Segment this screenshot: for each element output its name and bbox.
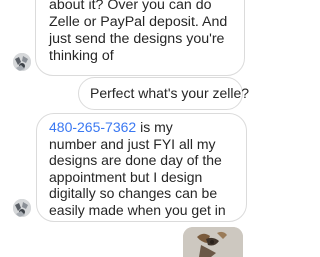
design-photo-thumbnail bbox=[183, 227, 243, 257]
incoming-message-bubble[interactable]: 480-265-7362 is my number and just FYI a… bbox=[36, 113, 247, 222]
message-text: Perfect what's your zelle? bbox=[90, 85, 250, 101]
message-thread: about it? Over you can do Zelle or PayPa… bbox=[0, 0, 250, 257]
sender-avatar[interactable] bbox=[13, 53, 31, 71]
message-text: about it? Over you can do Zelle or PayPa… bbox=[49, 0, 228, 64]
phone-number-link[interactable]: 480-265-7362 bbox=[49, 119, 136, 135]
avatar-photo-icon bbox=[13, 199, 31, 217]
avatar-photo-icon bbox=[13, 53, 31, 71]
incoming-message-bubble[interactable]: about it? Over you can do Zelle or PayPa… bbox=[35, 0, 245, 76]
outgoing-message-bubble[interactable]: Perfect what's your zelle? bbox=[78, 77, 249, 110]
sender-avatar[interactable] bbox=[13, 199, 31, 217]
outgoing-photo-message[interactable] bbox=[183, 227, 243, 257]
